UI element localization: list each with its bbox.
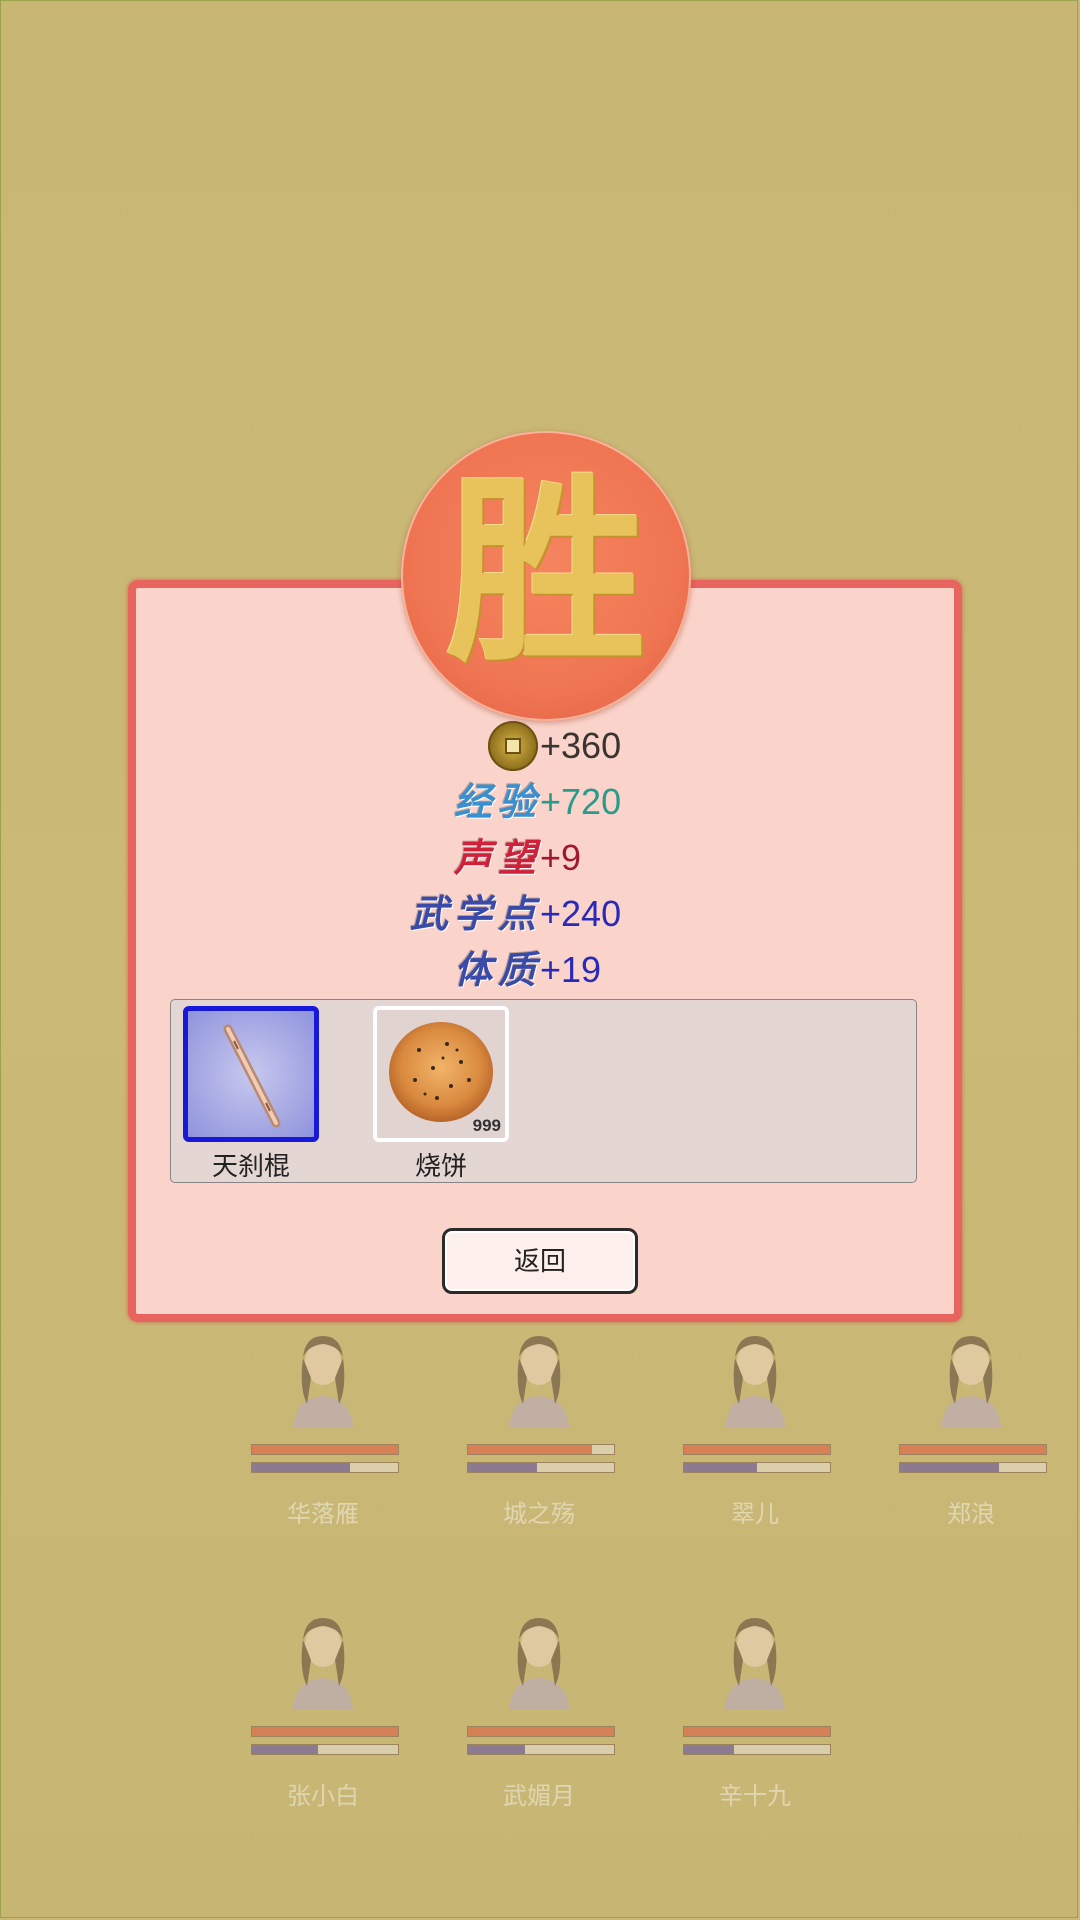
exp-value: +720 — [540, 781, 622, 822]
member-name: 华落雁 — [287, 1501, 359, 1528]
party-member[interactable]: 辛十九 — [675, 1600, 835, 1820]
party-member[interactable]: 武媚月 — [459, 1600, 619, 1820]
party-member[interactable]: 翠儿 — [675, 1318, 835, 1538]
member-name: 城之殇 — [503, 1501, 575, 1528]
item-slot-staff[interactable] — [183, 1006, 319, 1142]
party-member[interactable]: 郑浪 — [891, 1318, 1051, 1538]
coin-value: +360 — [540, 725, 622, 766]
party-member[interactable]: 张小白 — [243, 1600, 403, 1820]
fame-label: 声望 — [453, 835, 542, 880]
character-portrait-icon — [725, 1336, 785, 1428]
return-button[interactable]: 返回 — [442, 1228, 638, 1294]
character-portrait-icon — [509, 1618, 569, 1710]
hp-bar — [683, 1444, 831, 1455]
reward-fame: 声望 +9 — [128, 833, 962, 883]
mp-bar — [467, 1462, 615, 1473]
party-member[interactable]: 城之殇 — [459, 1318, 619, 1538]
martial-points-label: 武学点 — [409, 891, 542, 936]
hp-bar — [251, 1444, 399, 1455]
party-member[interactable]: 华落雁 — [243, 1318, 403, 1538]
mp-bar — [467, 1744, 615, 1755]
item-count: 999 — [472, 1116, 501, 1135]
physique-value: +19 — [540, 949, 602, 990]
item-name-flatbread: 烧饼 — [414, 1151, 467, 1181]
hp-bar — [683, 1726, 831, 1737]
member-name: 辛十九 — [719, 1783, 791, 1810]
mp-bar — [683, 1744, 831, 1755]
character-portrait-icon — [725, 1618, 785, 1710]
martial-points-value: +240 — [540, 893, 622, 934]
character-portrait-icon — [941, 1336, 1001, 1428]
mp-bar — [899, 1462, 1047, 1473]
reward-coin: +360 — [128, 721, 962, 771]
item-slot-flatbread[interactable]: 999 — [373, 1006, 509, 1142]
hp-bar — [899, 1444, 1047, 1455]
member-name: 张小白 — [287, 1783, 359, 1810]
fame-value: +9 — [540, 837, 582, 878]
reward-martial: 武学点 +240 — [128, 889, 962, 939]
exp-label: 经验 — [453, 779, 542, 824]
loot-items-panel: 天刹棍 999 烧饼 — [170, 999, 917, 1183]
staff-icon — [223, 1024, 281, 1128]
physique-label: 体质 — [453, 947, 542, 992]
member-name: 武媚月 — [503, 1783, 575, 1810]
reward-exp: 经验 +720 — [128, 777, 962, 827]
reward-physique: 体质 +19 — [128, 945, 962, 995]
mp-bar — [251, 1744, 399, 1755]
mp-bar — [251, 1462, 399, 1473]
victory-text: 胜 — [445, 455, 646, 690]
hp-bar — [467, 1726, 615, 1737]
member-name: 郑浪 — [947, 1501, 995, 1528]
hp-bar — [251, 1726, 399, 1737]
item-name-staff: 天刹棍 — [211, 1151, 290, 1181]
hp-bar — [467, 1444, 615, 1455]
character-portrait-icon — [293, 1336, 353, 1428]
victory-badge: 胜 — [401, 431, 691, 721]
character-portrait-icon — [293, 1618, 353, 1710]
coin-icon — [488, 721, 538, 771]
mp-bar — [683, 1462, 831, 1473]
member-name: 翠儿 — [731, 1501, 779, 1528]
character-portrait-icon — [509, 1336, 569, 1428]
